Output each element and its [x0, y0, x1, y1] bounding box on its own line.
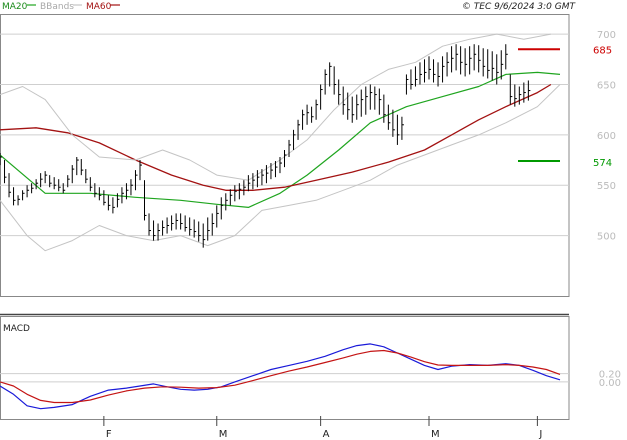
month-tick-label: M	[219, 429, 228, 440]
price-y-tick-label: 700	[597, 30, 616, 41]
price-y-tick-label: 550	[597, 181, 616, 192]
month-tick-label: J	[538, 429, 542, 440]
price-y-tick-label: 600	[597, 131, 616, 142]
macd-panel-label: MACD	[3, 324, 30, 334]
macd-panel-frame	[0, 316, 570, 420]
target-label: 685	[593, 45, 612, 56]
month-tick-label: M	[431, 429, 440, 440]
price-y-tick-label: 500	[597, 232, 616, 243]
macd-y-tick-label: 0.20	[599, 370, 621, 381]
ma20-legend-label: MA20	[2, 2, 28, 12]
ma60-legend-label: MA60	[86, 2, 112, 12]
target-label: 574	[593, 158, 612, 169]
month-tick-label: F	[106, 429, 112, 440]
month-tick-label: A	[323, 429, 330, 440]
copyright-timestamp: © TEC 9/6/2024 3:0 GMT	[462, 2, 577, 12]
bbands-legend-label: BBands	[40, 2, 74, 12]
stock-chart: 5005506006507000.000.20F M A M J685574 MA20 …	[0, 2, 621, 440]
price-y-tick-label: 650	[597, 81, 616, 92]
